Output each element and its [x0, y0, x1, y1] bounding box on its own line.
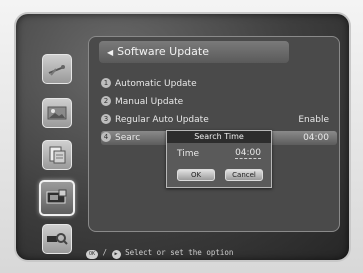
tv-frame: ◀ Software Update 1 Automatic Update 2 Manu… — [0, 0, 363, 273]
system-icon[interactable] — [39, 180, 75, 216]
tv-screen: ◀ Software Update 1 Automatic Update 2 Manu… — [16, 14, 349, 260]
dialog-title: Search Time — [167, 131, 271, 143]
menu-item-regular-auto-update[interactable]: 3 Regular Auto Update Enable — [101, 113, 337, 127]
time-label: Time — [177, 149, 200, 159]
menu-item-label: Manual Update — [115, 97, 184, 107]
document-icon[interactable] — [42, 140, 72, 170]
menu-item-value: 04:00 — [303, 133, 329, 143]
cancel-button[interactable]: Cancel — [225, 169, 263, 181]
item-number: 1 — [101, 78, 111, 88]
menu-item-label: Automatic Update — [115, 79, 197, 89]
item-number: 4 — [101, 132, 111, 142]
search-icon[interactable] — [42, 224, 72, 254]
menu-item-manual-update[interactable]: 2 Manual Update — [101, 95, 337, 109]
menu-item-label: Regular Auto Update — [115, 115, 209, 125]
item-number: 3 — [101, 114, 111, 124]
footer-separator: / — [98, 248, 112, 257]
ok-key-icon: OK — [86, 250, 98, 259]
menu-item-value: Enable — [298, 115, 329, 125]
item-number: 2 — [101, 96, 111, 106]
satellite-dish-icon[interactable] — [42, 54, 72, 84]
navigation-key-icon: ▶ — [111, 250, 121, 259]
time-input[interactable]: 04:00 — [235, 148, 261, 159]
footer-hint: OK / ▶ Select or set the option — [86, 248, 233, 259]
footer-hint-text: Select or set the option — [125, 248, 234, 257]
ok-button[interactable]: OK — [177, 169, 215, 181]
menu-item-label: Searc — [115, 133, 141, 143]
page-title: ◀ Software Update — [99, 41, 289, 63]
back-arrow-icon[interactable]: ◀ — [107, 48, 113, 57]
menu-item-automatic-update[interactable]: 1 Automatic Update — [101, 77, 337, 91]
search-time-dialog: Search Time Time 04:00 OK Cancel — [166, 130, 272, 188]
image-icon[interactable] — [42, 98, 72, 128]
